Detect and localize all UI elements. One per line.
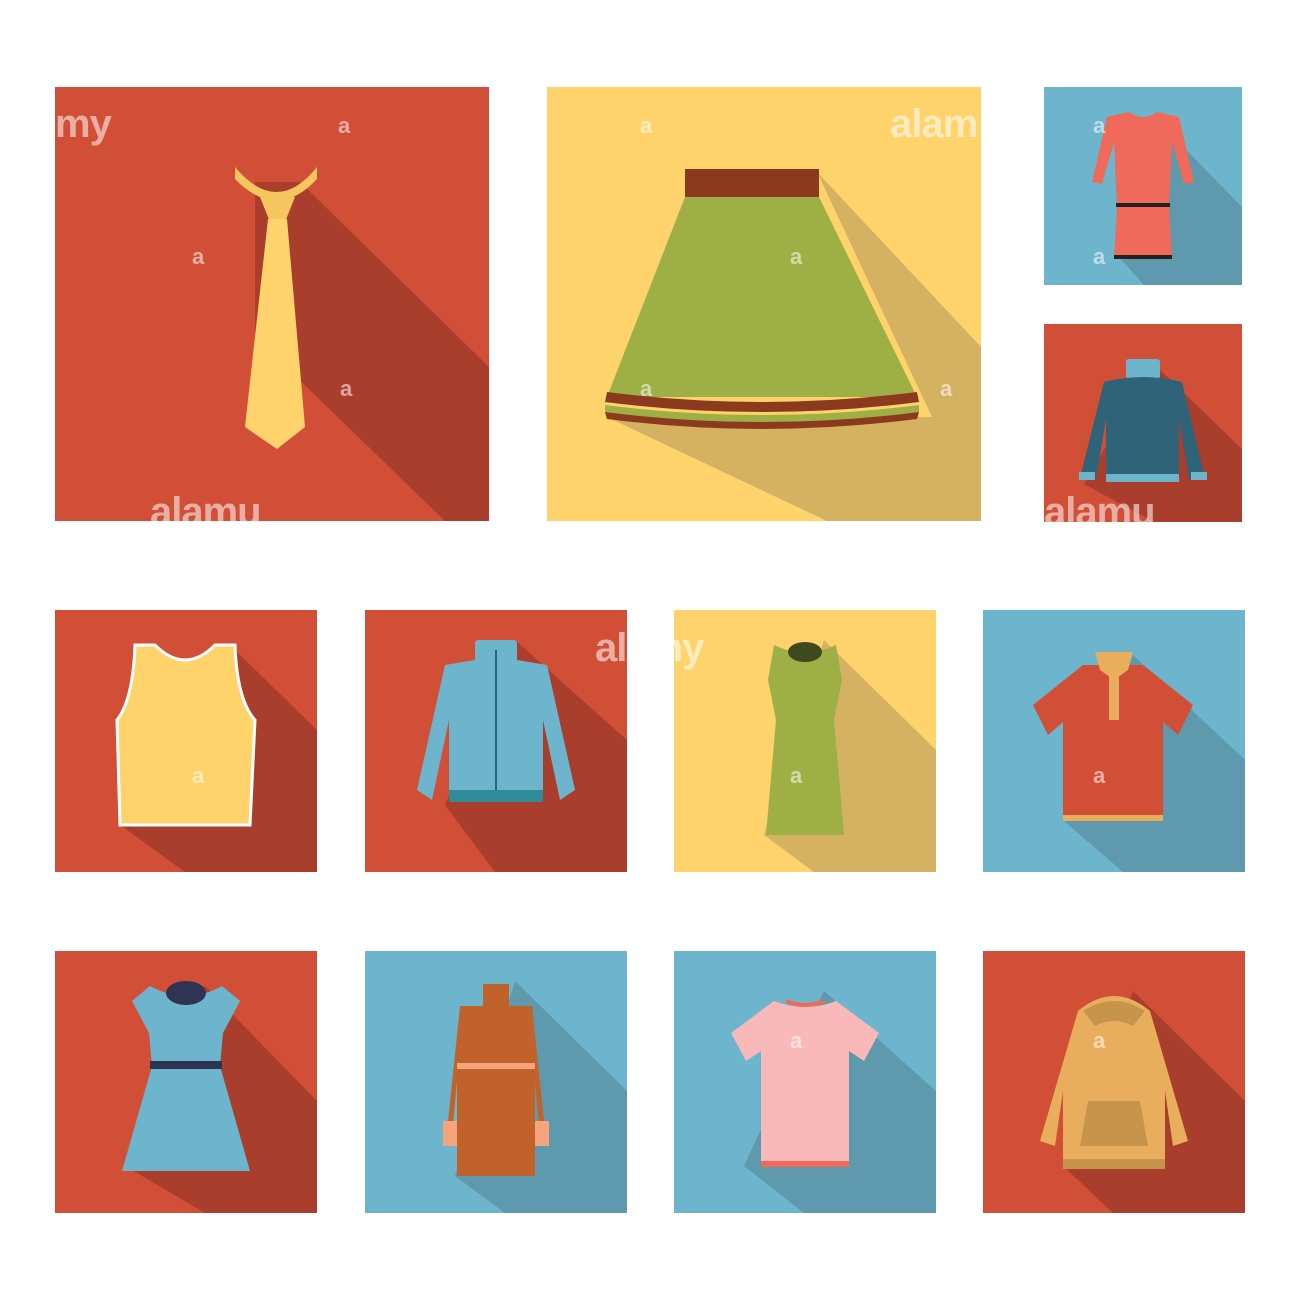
- hoodie-icon: [1040, 991, 1245, 1213]
- sweater-icon: [1079, 359, 1242, 522]
- tile-dress-long-sleeve: [1044, 87, 1242, 285]
- tile-zip-jacket: [365, 610, 627, 872]
- sundress-icon: [122, 981, 317, 1213]
- tank-top-icon: [115, 643, 317, 872]
- tile-t-shirt: [674, 951, 936, 1213]
- polo-shirt-icon: [1033, 652, 1245, 872]
- skirt-icon: [605, 169, 981, 521]
- tile-tank-top: [55, 610, 317, 872]
- tile-skirt: [547, 87, 981, 521]
- sleeveless-dress-icon: [764, 640, 936, 872]
- tile-sleeveless-dress: [674, 610, 936, 872]
- tile-sundress: [55, 951, 317, 1213]
- tie-icon: [235, 167, 489, 521]
- tile-tie: [55, 87, 489, 521]
- tile-polo-shirt: [983, 610, 1245, 872]
- dress-long-sleeve-icon: [1092, 112, 1242, 285]
- tile-hoodie: [983, 951, 1245, 1213]
- zip-jacket-icon: [417, 640, 627, 872]
- coat-icon: [443, 981, 627, 1213]
- tile-coat: [365, 951, 627, 1213]
- tile-sweater: [1044, 324, 1242, 522]
- t-shirt-icon: [731, 991, 936, 1213]
